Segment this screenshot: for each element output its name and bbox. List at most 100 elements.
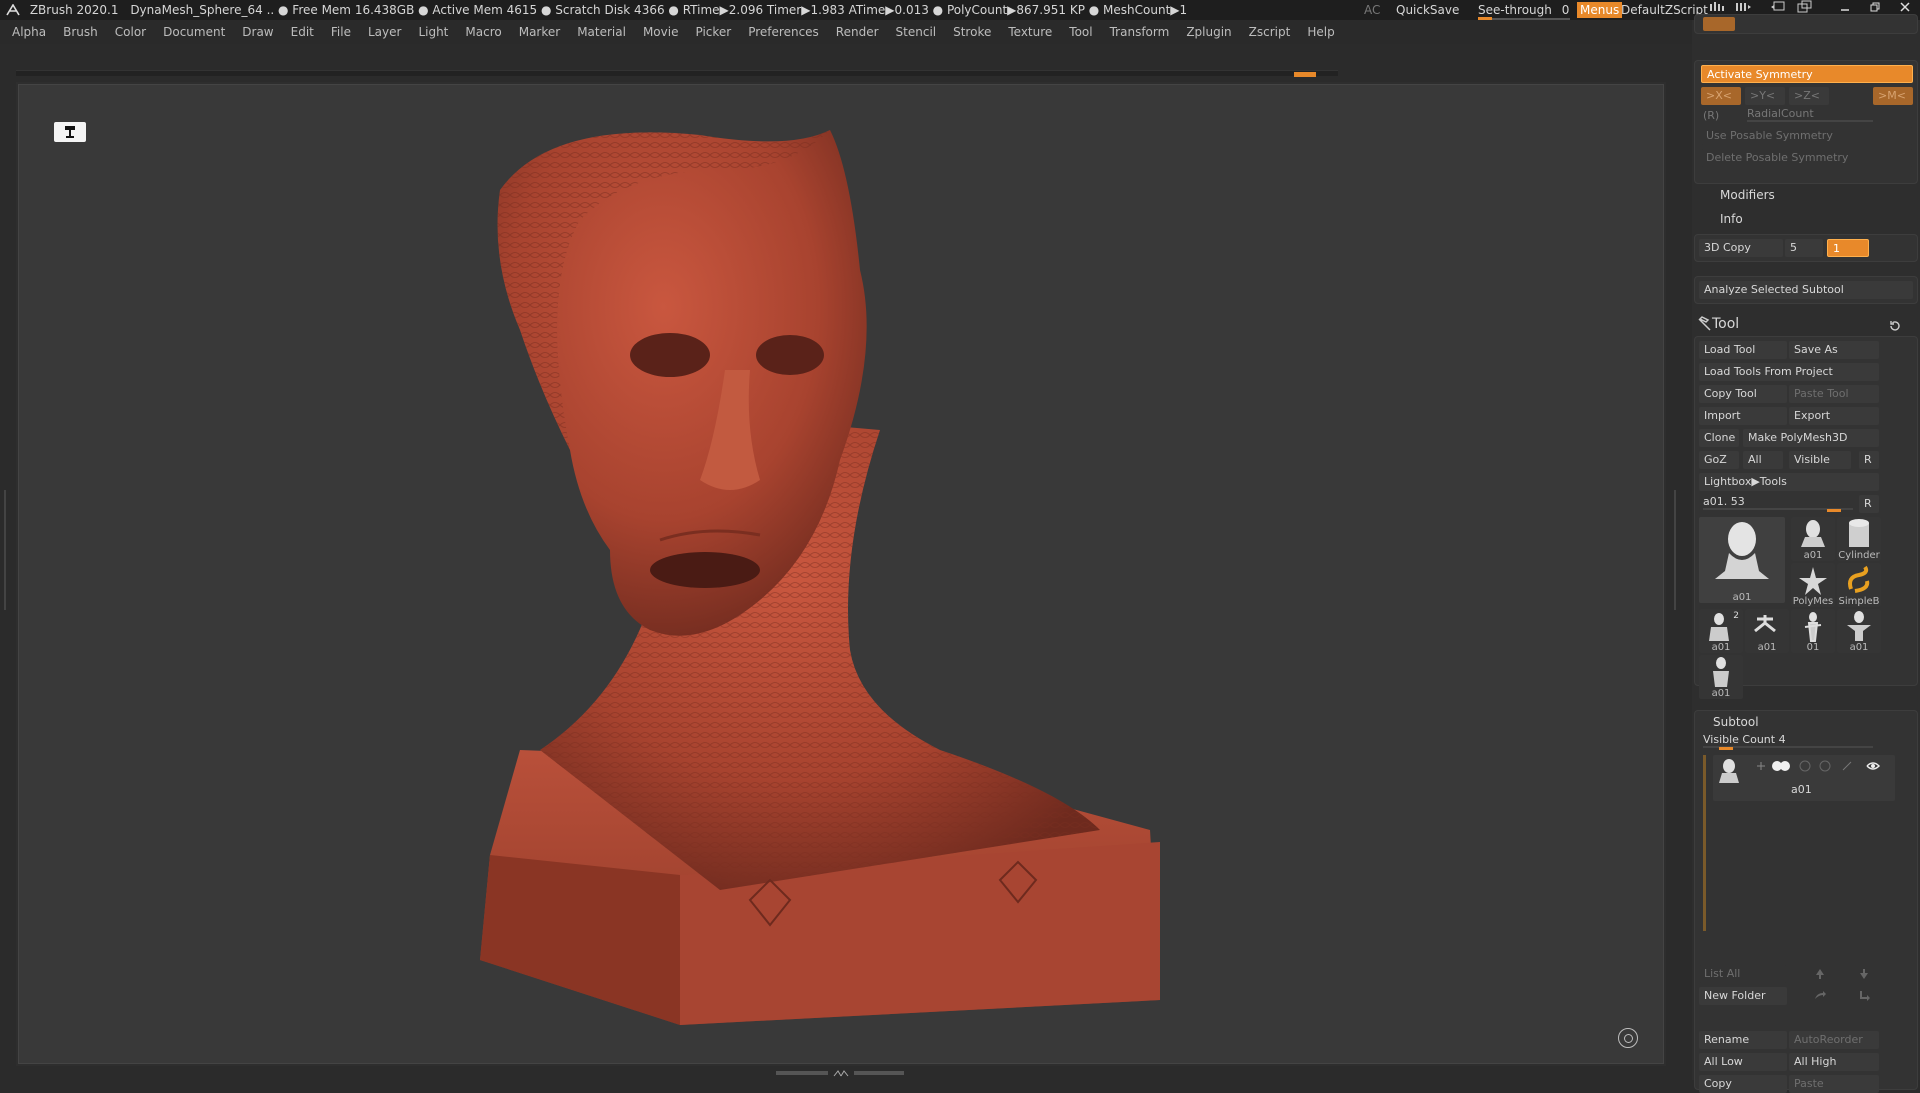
visible-count-slider[interactable]: Visible Count 4 xyxy=(1703,733,1873,748)
right-tray-handle[interactable] xyxy=(1670,490,1676,610)
symmetry-z-button[interactable]: >Z< xyxy=(1789,87,1829,105)
tool-thumb-5[interactable]: 2 a01 xyxy=(1699,609,1743,653)
floor-grid-toggle[interactable] xyxy=(54,122,86,142)
move-up-icon[interactable] xyxy=(1813,967,1827,981)
analyze-selected-subtool-button[interactable]: Analyze Selected Subtool xyxy=(1699,281,1913,299)
load-tool-button[interactable]: Load Tool xyxy=(1699,341,1787,359)
subtool-controls-icon[interactable] xyxy=(1755,759,1895,773)
menu-zscript[interactable]: Zscript xyxy=(1249,20,1291,44)
menu-alpha[interactable]: Alpha xyxy=(12,20,46,44)
goz-r-button[interactable]: R xyxy=(1859,451,1879,469)
folder-arrow-icon[interactable] xyxy=(1813,989,1827,1003)
move-down-icon[interactable] xyxy=(1857,967,1871,981)
see-through-slider[interactable]: See-through 0 xyxy=(1478,0,1570,20)
all-high-button[interactable]: All High xyxy=(1789,1053,1879,1071)
list-all-button[interactable]: List All xyxy=(1699,965,1787,983)
menu-texture[interactable]: Texture xyxy=(1008,20,1052,44)
menu-brush[interactable]: Brush xyxy=(63,20,98,44)
menus-toggle[interactable]: Menus xyxy=(1577,2,1623,18)
activate-symmetry-button[interactable]: Activate Symmetry xyxy=(1701,65,1913,83)
tool-thumb-cylinder[interactable]: Cylinder xyxy=(1837,517,1881,561)
tool-thumb-7-label: 01 xyxy=(1806,642,1820,653)
menu-help[interactable]: Help xyxy=(1307,20,1334,44)
tool-thumb-6[interactable]: a01 xyxy=(1745,609,1789,653)
paste-tool-button[interactable]: Paste Tool xyxy=(1789,385,1879,403)
current-tool-slider[interactable]: a01. 53 xyxy=(1703,495,1853,510)
menu-light[interactable]: Light xyxy=(418,20,448,44)
view-gizmo-icon[interactable] xyxy=(1618,1028,1638,1048)
symmetry-y-button[interactable]: >Y< xyxy=(1745,87,1785,105)
tool-thumb-9[interactable]: a01 xyxy=(1699,655,1743,699)
symmetry-x-button[interactable]: >X< xyxy=(1701,87,1741,105)
menu-file[interactable]: File xyxy=(331,20,351,44)
copy-tool-button[interactable]: Copy Tool xyxy=(1699,385,1787,403)
folder-out-icon[interactable] xyxy=(1857,989,1871,1003)
tool-thumb-1[interactable]: a01 xyxy=(1791,517,1835,561)
menu-color[interactable]: Color xyxy=(115,20,146,44)
menu-picker[interactable]: Picker xyxy=(695,20,731,44)
tool-r-button[interactable]: R xyxy=(1859,495,1879,513)
subtool-title[interactable]: Subtool xyxy=(1713,715,1759,729)
sculpt-model[interactable] xyxy=(460,130,1180,1030)
menu-layer[interactable]: Layer xyxy=(368,20,401,44)
radial-r-toggle[interactable]: (R) xyxy=(1703,109,1719,122)
bottom-tray-handle[interactable] xyxy=(776,1068,904,1078)
left-tray-handle[interactable] xyxy=(4,490,10,610)
goz-button[interactable]: GoZ xyxy=(1699,451,1739,469)
import-button[interactable]: Import xyxy=(1699,407,1787,425)
symmetry-m-button[interactable]: >M< xyxy=(1873,87,1913,105)
menu-stroke[interactable]: Stroke xyxy=(953,20,991,44)
lightbox-tools-button[interactable]: Lightbox▶Tools xyxy=(1699,473,1879,491)
goz-visible-button[interactable]: Visible xyxy=(1789,451,1851,469)
copy-button[interactable]: Copy xyxy=(1699,1075,1787,1093)
make-polymesh3d-button[interactable]: Make PolyMesh3D xyxy=(1743,429,1879,447)
tool-title[interactable]: Tool xyxy=(1712,316,1739,332)
radial-count-slider[interactable]: RadialCount xyxy=(1747,107,1873,122)
menu-movie[interactable]: Movie xyxy=(643,20,679,44)
tool-thumb-8[interactable]: a01 xyxy=(1837,609,1881,653)
3d-copy-button[interactable]: 3D Copy xyxy=(1699,239,1783,257)
3d-copy-field[interactable]: 1 xyxy=(1827,239,1869,257)
menu-material[interactable]: Material xyxy=(577,20,626,44)
menu-zplugin[interactable]: Zplugin xyxy=(1186,20,1231,44)
paste-button[interactable]: Paste xyxy=(1789,1075,1879,1093)
goz-all-button[interactable]: All xyxy=(1743,451,1783,469)
export-button[interactable]: Export xyxy=(1789,407,1879,425)
use-posable-symmetry-button[interactable]: Use Posable Symmetry xyxy=(1701,127,1913,145)
new-folder-button[interactable]: New Folder xyxy=(1699,987,1787,1005)
see-through-value: 0 xyxy=(1561,3,1570,17)
menu-render[interactable]: Render xyxy=(836,20,879,44)
load-tools-from-project-button[interactable]: Load Tools From Project xyxy=(1699,363,1879,381)
ac-toggle[interactable]: AC xyxy=(1364,0,1380,20)
subtool-item[interactable]: a01 xyxy=(1713,755,1895,801)
subtool-item-label: a01 xyxy=(1791,783,1812,796)
subtool-section: Subtool Visible Count 4 a01 List All New… xyxy=(1694,710,1918,1093)
menu-draw[interactable]: Draw xyxy=(242,20,273,44)
menu-preferences[interactable]: Preferences xyxy=(748,20,819,44)
tool-thumb-main[interactable]: a01 xyxy=(1699,517,1785,603)
menu-marker[interactable]: Marker xyxy=(519,20,560,44)
quicksave-button[interactable]: QuickSave xyxy=(1396,0,1459,20)
menu-stencil[interactable]: Stencil xyxy=(896,20,937,44)
all-low-button[interactable]: All Low xyxy=(1699,1053,1787,1071)
menu-document[interactable]: Document xyxy=(163,20,225,44)
menu-macro[interactable]: Macro xyxy=(465,20,501,44)
modifiers-header[interactable]: Modifiers xyxy=(1720,188,1775,202)
clone-button[interactable]: Clone xyxy=(1699,429,1739,447)
menu-transform[interactable]: Transform xyxy=(1110,20,1170,44)
rename-button[interactable]: Rename xyxy=(1699,1031,1787,1049)
delete-posable-symmetry-button[interactable]: Delete Posable Symmetry xyxy=(1701,149,1913,167)
tool-thumb-7[interactable]: 01 xyxy=(1791,609,1835,653)
tool-thumb-polymesh[interactable]: PolyMes xyxy=(1791,563,1835,607)
title-bar: ZBrush 2020.1 DynaMesh_Sphere_64 .. ● Fr… xyxy=(0,0,1920,20)
menu-edit[interactable]: Edit xyxy=(291,20,314,44)
menu-tool[interactable]: Tool xyxy=(1069,20,1092,44)
reset-icon[interactable] xyxy=(1888,319,1902,333)
tool-thumb-simplebrush[interactable]: SimpleB xyxy=(1837,563,1881,607)
collapsed-orange-button[interactable] xyxy=(1703,17,1735,31)
3d-copy-count[interactable]: 5 xyxy=(1785,239,1823,257)
autoreorder-button[interactable]: AutoReorder xyxy=(1789,1031,1879,1049)
save-as-button[interactable]: Save As xyxy=(1789,341,1879,359)
subtool-scrollbar[interactable] xyxy=(1703,755,1706,931)
info-header[interactable]: Info xyxy=(1720,212,1743,226)
